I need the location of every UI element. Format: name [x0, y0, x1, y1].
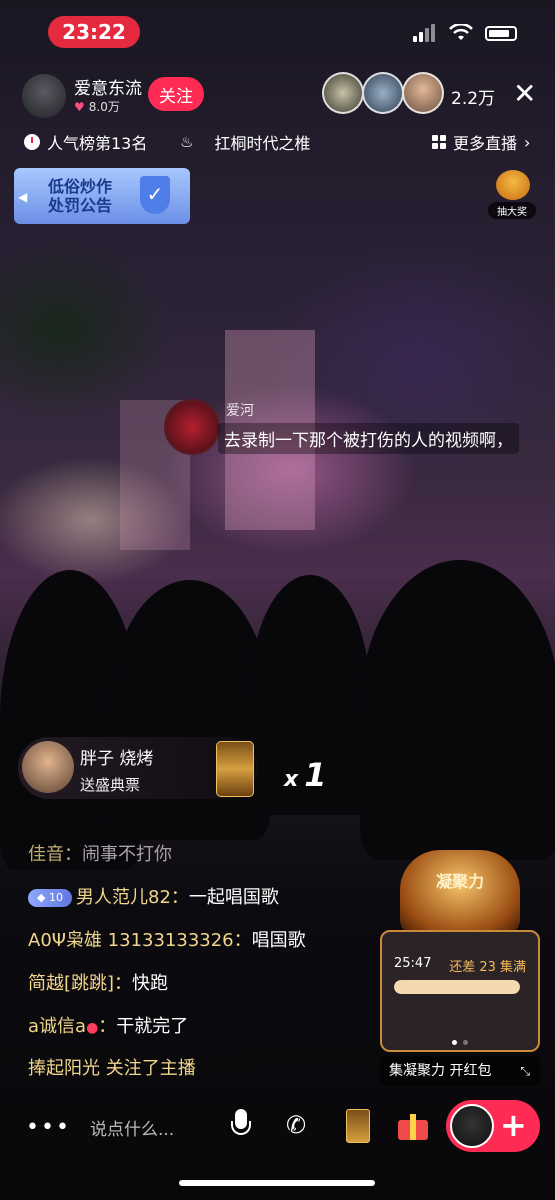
follow-button[interactable]: 关注 [148, 77, 204, 111]
viewer-avatar[interactable] [322, 72, 364, 114]
flame-icon: ♨ [180, 133, 194, 151]
kiss-icon: ● [86, 1020, 99, 1036]
chat-user: 简越[跳跳]： [28, 973, 133, 994]
status-icons [413, 24, 517, 42]
cohesion-progress-fill [394, 980, 520, 994]
cohesion-remaining: 还差 23 集满 [449, 960, 526, 975]
home-indicator[interactable] [179, 1180, 375, 1186]
plus-icon: + [500, 1106, 527, 1144]
video-crowd [360, 560, 555, 860]
hot-topic[interactable]: ♨ 扛桐时代之椎 [180, 130, 310, 154]
chat-text: 闹事不打你 [82, 844, 172, 865]
chat-text: 关注了主播 [100, 1058, 196, 1079]
viewer-avatar[interactable] [362, 72, 404, 114]
floating-comment-user: 爱河 [226, 403, 254, 419]
cohesion-widget[interactable]: 凝聚力 25:47 还差 23 集满 集凝聚力 开红包 ⤡ [380, 850, 540, 1086]
cohesion-crown-icon: 凝聚力 [400, 850, 520, 934]
lottery-button[interactable]: 抽大奖 [488, 170, 538, 222]
chat-user: 捧起阳光 [28, 1058, 100, 1079]
ticket-gift-icon [216, 741, 254, 797]
gift-icon[interactable] [398, 1110, 428, 1140]
host-likes: ♥ 8.0万 [74, 98, 120, 115]
chat-message[interactable]: a诚信a●：干就完了 [28, 1012, 188, 1038]
microphone-icon[interactable] [230, 1109, 252, 1143]
more-live-button[interactable]: 更多直播 › [432, 130, 530, 154]
chat-user: a诚信a [28, 1016, 87, 1037]
cohesion-title: 凝聚力 [435, 872, 484, 891]
chat-message[interactable]: A0Ψ枭雄 13133133326：唱国歌 [28, 926, 306, 952]
signal-icon [413, 24, 437, 42]
self-avatar [450, 1104, 494, 1148]
comment-input[interactable]: 说点什么... [90, 1115, 174, 1140]
lottery-icon [496, 170, 530, 200]
chat-text: 干就完了 [116, 1016, 189, 1037]
host-avatar[interactable] [22, 74, 66, 118]
cohesion-timer: 25:47 [394, 956, 432, 971]
viewer-avatar[interactable] [402, 72, 444, 114]
lottery-label: 抽大奖 [488, 202, 536, 219]
penalty-notice-banner[interactable]: ◀ 低俗炒作 处罚公告 ✓ [14, 168, 190, 224]
chat-user-suffix: ： [98, 1016, 117, 1037]
cohesion-caption-text: 集凝聚力 开红包 [389, 1063, 492, 1079]
chat-user: 佳音： [28, 844, 82, 865]
collapse-icon[interactable]: ⤡ [520, 1056, 530, 1086]
hot-topic-label: 扛桐时代之椎 [214, 134, 311, 153]
video-crowd [110, 580, 270, 840]
viewer-count[interactable]: 2.2万 [451, 84, 495, 109]
floating-comment-avatar[interactable] [164, 399, 220, 455]
chevron-right-icon: › [524, 132, 531, 152]
page-dots [452, 1040, 468, 1045]
chat-text: 一起唱国歌 [188, 887, 279, 908]
chat-text: 快跑 [132, 973, 169, 994]
host-name[interactable]: 爱意东流 [74, 74, 142, 99]
battery-icon [485, 25, 517, 41]
grid-icon [432, 135, 446, 149]
gift-count: x1 [284, 756, 326, 794]
gift-count-value: 1 [304, 756, 327, 794]
chat-message[interactable]: 捧起阳光 关注了主播 [28, 1054, 196, 1080]
chat-user: 枭雄 [65, 930, 102, 951]
user-level-value: 10 [48, 891, 63, 904]
gift-sender-name: 胖子 烧烤 [80, 749, 154, 769]
chat-user-extra: 13133133326： [101, 930, 252, 951]
gift-sender-avatar[interactable] [22, 741, 74, 793]
rank-label: 人气榜第13名 [47, 134, 148, 153]
host-likes-count: 8.0万 [88, 100, 120, 114]
chat-user-prefix: A0 [28, 930, 52, 951]
gift-count-prefix: x [284, 767, 299, 792]
clock-icon [24, 134, 40, 150]
close-icon[interactable]: ✕ [513, 80, 536, 108]
cohesion-progress-bar [394, 980, 520, 994]
ticket-icon[interactable] [346, 1109, 370, 1143]
status-time: 23:22 [48, 16, 140, 48]
rank-badge[interactable]: 人气榜第13名 [24, 130, 147, 154]
more-options-icon[interactable]: ••• [26, 1115, 71, 1140]
user-level-badge: ◆ 10 [28, 889, 72, 907]
create-live-button[interactable]: + [446, 1100, 540, 1152]
chat-message[interactable]: 佳音：闹事不打你 [28, 840, 172, 866]
trident-icon: Ψ [51, 930, 66, 951]
shield-check-icon: ✓ [140, 176, 170, 214]
cohesion-card: 25:47 还差 23 集满 [380, 930, 540, 1052]
call-link-icon[interactable]: ✆ [286, 1111, 306, 1139]
floating-comment-text: 去录制一下那个被打伤的人的视频啊， [218, 423, 519, 454]
more-live-label: 更多直播 [453, 134, 518, 153]
cohesion-caption[interactable]: 集凝聚力 开红包 ⤡ [380, 1056, 540, 1086]
chat-text: 唱国歌 [251, 930, 306, 951]
chat-message[interactable]: 简越[跳跳]：快跑 [28, 969, 168, 995]
heart-icon: ♥ [74, 99, 85, 114]
wifi-icon [449, 24, 473, 40]
chat-message[interactable]: ◆ 10 男人范儿82：一起唱国歌 [28, 883, 279, 909]
play-arrow-icon: ◀ [18, 190, 28, 204]
gift-action: 送盛典票 [80, 776, 141, 794]
chat-user: 男人范儿82： [76, 887, 189, 908]
